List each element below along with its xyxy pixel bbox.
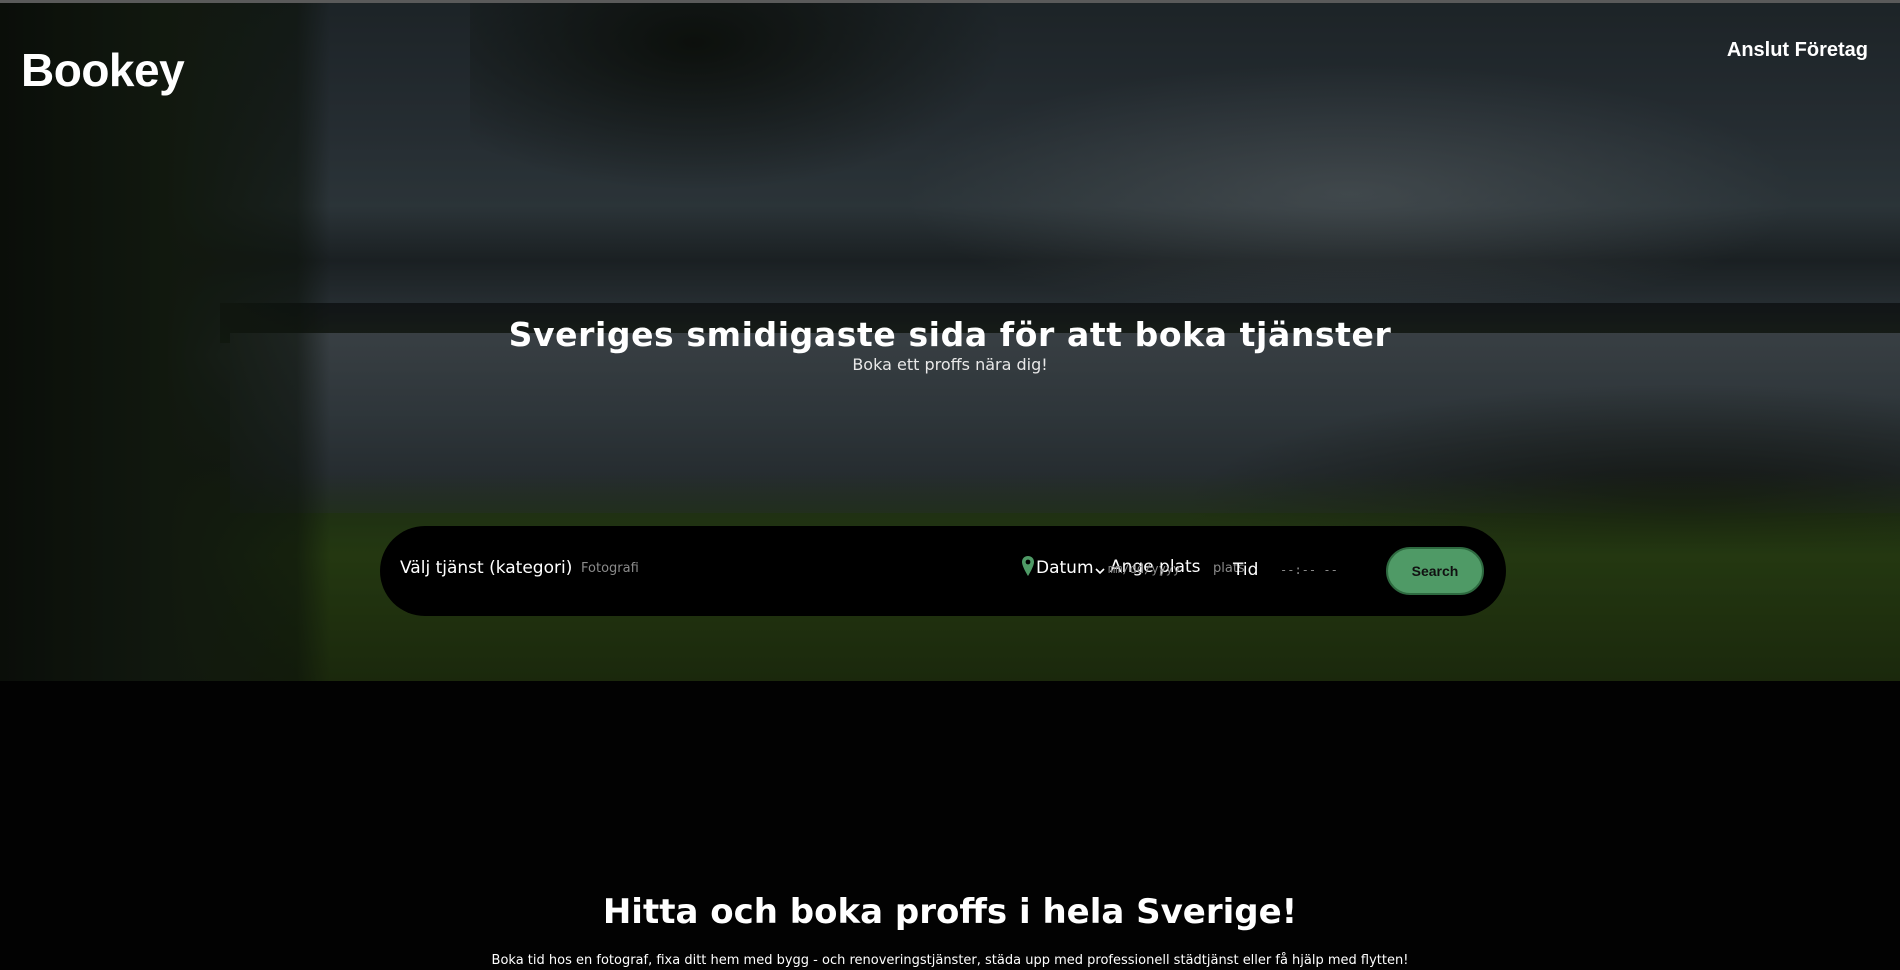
map-pin-icon [1022, 556, 1034, 576]
section-title: Hitta och boka proffs i hela Sverige! [602, 892, 1298, 932]
service-label: Välj tjänst (kategori) [400, 558, 573, 578]
time-input[interactable] [1280, 563, 1370, 577]
search-button[interactable]: Search [1386, 547, 1484, 595]
time-label: Tid [1233, 560, 1259, 580]
date-label: Datum [1036, 558, 1094, 578]
search-bar: Välj tjänst (kategori) Ange plats Datum … [380, 526, 1506, 616]
date-input[interactable] [1108, 562, 1218, 576]
service-input[interactable] [581, 561, 711, 576]
hero-title: Sveriges smidigaste sida för att boka tj… [508, 315, 1392, 354]
hero-banner: Bookey Anslut Företag Sveriges smidigast… [0, 3, 1900, 681]
section-description: Boka tid hos en fotograf, fixa ditt hem … [491, 953, 1409, 968]
hero-subtitle: Boka ett proffs nära dig! [852, 355, 1048, 374]
site-logo[interactable]: Bookey [21, 43, 185, 97]
intro-section: Hitta och boka proffs i hela Sverige! Bo… [0, 681, 1900, 970]
connect-business-link[interactable]: Anslut Företag [1727, 39, 1868, 62]
chevron-down-icon[interactable] [1094, 565, 1106, 577]
